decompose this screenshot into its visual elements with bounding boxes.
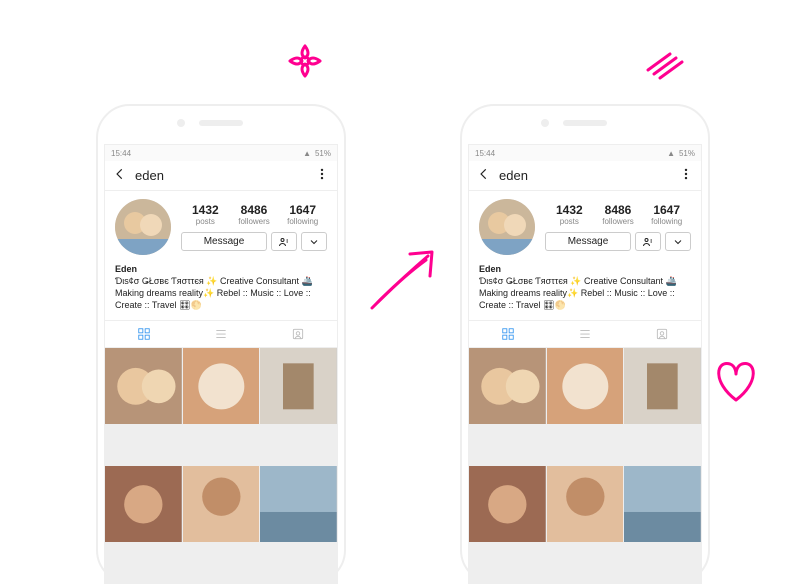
more-icon[interactable] [315,167,329,184]
bio-line-1: Ɗιѕ¢σ ǤŁσвє Ƭяσττєя ✨ Creative Consultan… [479,275,691,287]
follow-suggest-button[interactable] [635,232,661,251]
stat-following[interactable]: 1647 following [278,203,327,226]
back-icon[interactable] [113,167,127,184]
arrow-doodle [360,230,450,320]
phone-mockup-after: 15:44 ▲ 51% eden 1432posts 8486followers… [460,104,710,584]
profile-header: eden [469,161,701,191]
username: eden [499,168,671,183]
message-button[interactable]: Message [181,232,267,251]
avatar[interactable] [479,199,535,255]
dropdown-button[interactable] [301,232,327,251]
stat-posts[interactable]: 1432 posts [181,203,230,226]
username: eden [135,168,307,183]
status-bar: 15:44 ▲ 51% [469,145,701,161]
profile-header: eden [105,161,337,191]
display-name: Eden [479,263,691,275]
bio-line-2: Making dreams reality✨ Rebel :: Music ::… [479,287,691,311]
flower-doodle [280,36,330,86]
status-battery: 51% [315,149,331,158]
back-icon[interactable] [477,167,491,184]
dropdown-button[interactable] [665,232,691,251]
stat-following[interactable]: 1647following [642,203,691,226]
stat-followers[interactable]: 8486 followers [230,203,279,226]
tab-grid[interactable] [105,321,182,347]
status-battery: 51% [679,149,695,158]
status-bar: 15:44 ▲ 51% [105,145,337,161]
status-time: 15:44 [111,149,131,158]
app-screen: 15:44 ▲ 51% eden 1432posts 8486followers… [468,144,702,584]
post-thumb[interactable] [624,348,701,425]
heart-doodle [706,352,766,408]
stat-followers[interactable]: 8486followers [594,203,643,226]
stats-block: 1432 posts 8486 followers 1647 following… [181,203,327,251]
tab-list[interactable] [546,321,623,347]
message-button[interactable]: Message [545,232,631,251]
posts-grid [105,348,337,583]
status-signal-icon: ▲ [667,149,675,158]
stats-block: 1432posts 8486followers 1647following Me… [545,203,691,251]
post-thumb[interactable] [624,466,701,543]
post-thumb[interactable] [547,466,624,543]
bio: Eden Ɗιѕ¢σ ǤŁσвє Ƭяσττєя ✨ Creative Cons… [105,259,337,320]
bio-line-1: Ɗιѕ¢σ ǤŁσвє Ƭяσττєя ✨ Creative Consultan… [115,275,327,287]
tab-list[interactable] [182,321,259,347]
post-thumb[interactable] [183,466,260,543]
post-thumb[interactable] [105,466,182,543]
follow-suggest-button[interactable] [271,232,297,251]
bio-line-2: Making dreams reality✨ Rebel :: Music ::… [115,287,327,311]
stat-posts[interactable]: 1432posts [545,203,594,226]
display-name: Eden [115,263,327,275]
tab-tagged[interactable] [624,321,701,347]
avatar[interactable] [115,199,171,255]
post-thumb[interactable] [260,348,337,425]
posts-grid [469,348,701,583]
status-signal-icon: ▲ [303,149,311,158]
phone-mockup-before: 15:44 ▲ 51% eden 1432 po [96,104,346,584]
lines-doodle [640,46,686,82]
post-thumb[interactable] [469,348,546,425]
post-thumb[interactable] [260,466,337,543]
app-screen: 15:44 ▲ 51% eden 1432 po [104,144,338,584]
profile-tabs [469,320,701,348]
post-thumb[interactable] [469,466,546,543]
post-thumb[interactable] [547,348,624,425]
tab-grid[interactable] [469,321,546,347]
status-time: 15:44 [475,149,495,158]
more-icon[interactable] [679,167,693,184]
tab-tagged[interactable] [260,321,337,347]
post-thumb[interactable] [105,348,182,425]
profile-tabs [105,320,337,348]
post-thumb[interactable] [183,348,260,425]
bio: Eden Ɗιѕ¢σ ǤŁσвє Ƭяσττєя ✨ Creative Cons… [469,259,701,320]
